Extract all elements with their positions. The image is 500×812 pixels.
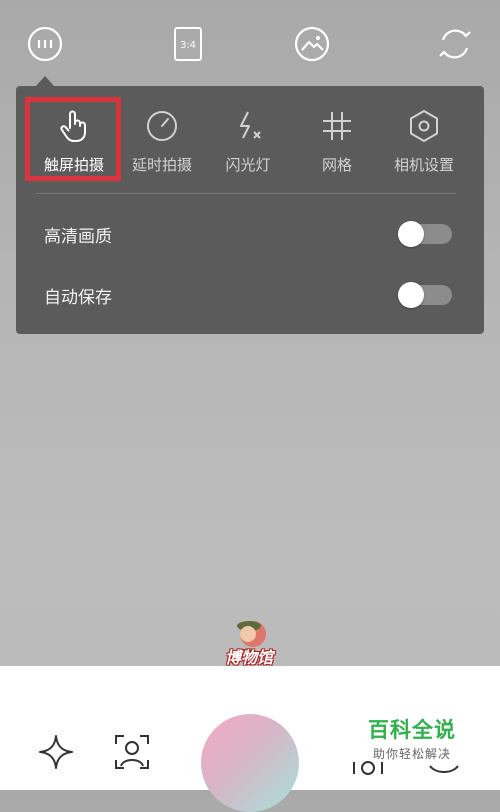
grid-icon: [323, 112, 351, 140]
tool-label: 网格: [321, 156, 352, 174]
highlight-box: [25, 97, 121, 181]
gallery-icon[interactable]: [292, 24, 332, 64]
watermark-logo: 博物馆: [220, 612, 278, 670]
brand-subtitle: 助你轻松解决: [372, 747, 451, 761]
brand-title: 百科全说: [368, 718, 456, 742]
setting-label: 自动保存: [44, 288, 112, 308]
switch-camera-icon[interactable]: [435, 24, 475, 64]
shutter-button[interactable]: [201, 714, 299, 812]
settings-hex-icon: [410, 110, 438, 142]
toggle-knob: [398, 221, 424, 247]
settings-panel: 触屏拍摄 延时拍摄 闪光灯 网格 相机设置 高清画质 自动保存: [16, 86, 484, 334]
watermark-text: 博物馆: [224, 648, 273, 667]
hd-quality-toggle[interactable]: [398, 221, 452, 247]
bottom-bar: 百科全说 助你轻松解决: [0, 666, 500, 812]
tool-row: 触屏拍摄 延时拍摄 闪光灯 网格 相机设置: [16, 86, 484, 194]
panel-pointer: [36, 76, 54, 86]
auto-save-toggle[interactable]: [398, 282, 452, 308]
setting-row-hd: 高清画质: [44, 216, 456, 252]
camera-settings-button[interactable]: 相机设置: [380, 106, 468, 184]
toggle-knob: [398, 282, 424, 308]
face-frame-icon[interactable]: [112, 732, 152, 772]
grid-button[interactable]: 网格: [293, 106, 381, 184]
aspect-ratio-label: 3:4: [180, 40, 196, 51]
tool-label: 闪光灯: [225, 156, 271, 174]
aspect-ratio-button[interactable]: 3:4: [168, 24, 208, 64]
sparkle-icon[interactable]: [36, 732, 76, 772]
tool-label: 相机设置: [393, 156, 454, 174]
timer-capture-button[interactable]: 延时拍摄: [118, 106, 206, 184]
more-menu-icon[interactable]: [25, 24, 65, 64]
tool-label: 延时拍摄: [131, 156, 192, 174]
divider: [36, 193, 456, 194]
setting-row-autosave: 自动保存: [44, 277, 456, 313]
timer-icon: [147, 111, 177, 141]
flash-off-icon: [240, 111, 261, 139]
top-toolbar: 3:4: [0, 0, 500, 88]
setting-label: 高清画质: [44, 227, 112, 247]
flash-button[interactable]: 闪光灯: [204, 106, 292, 184]
brand-watermark: 百科全说 助你轻松解决: [362, 714, 462, 762]
